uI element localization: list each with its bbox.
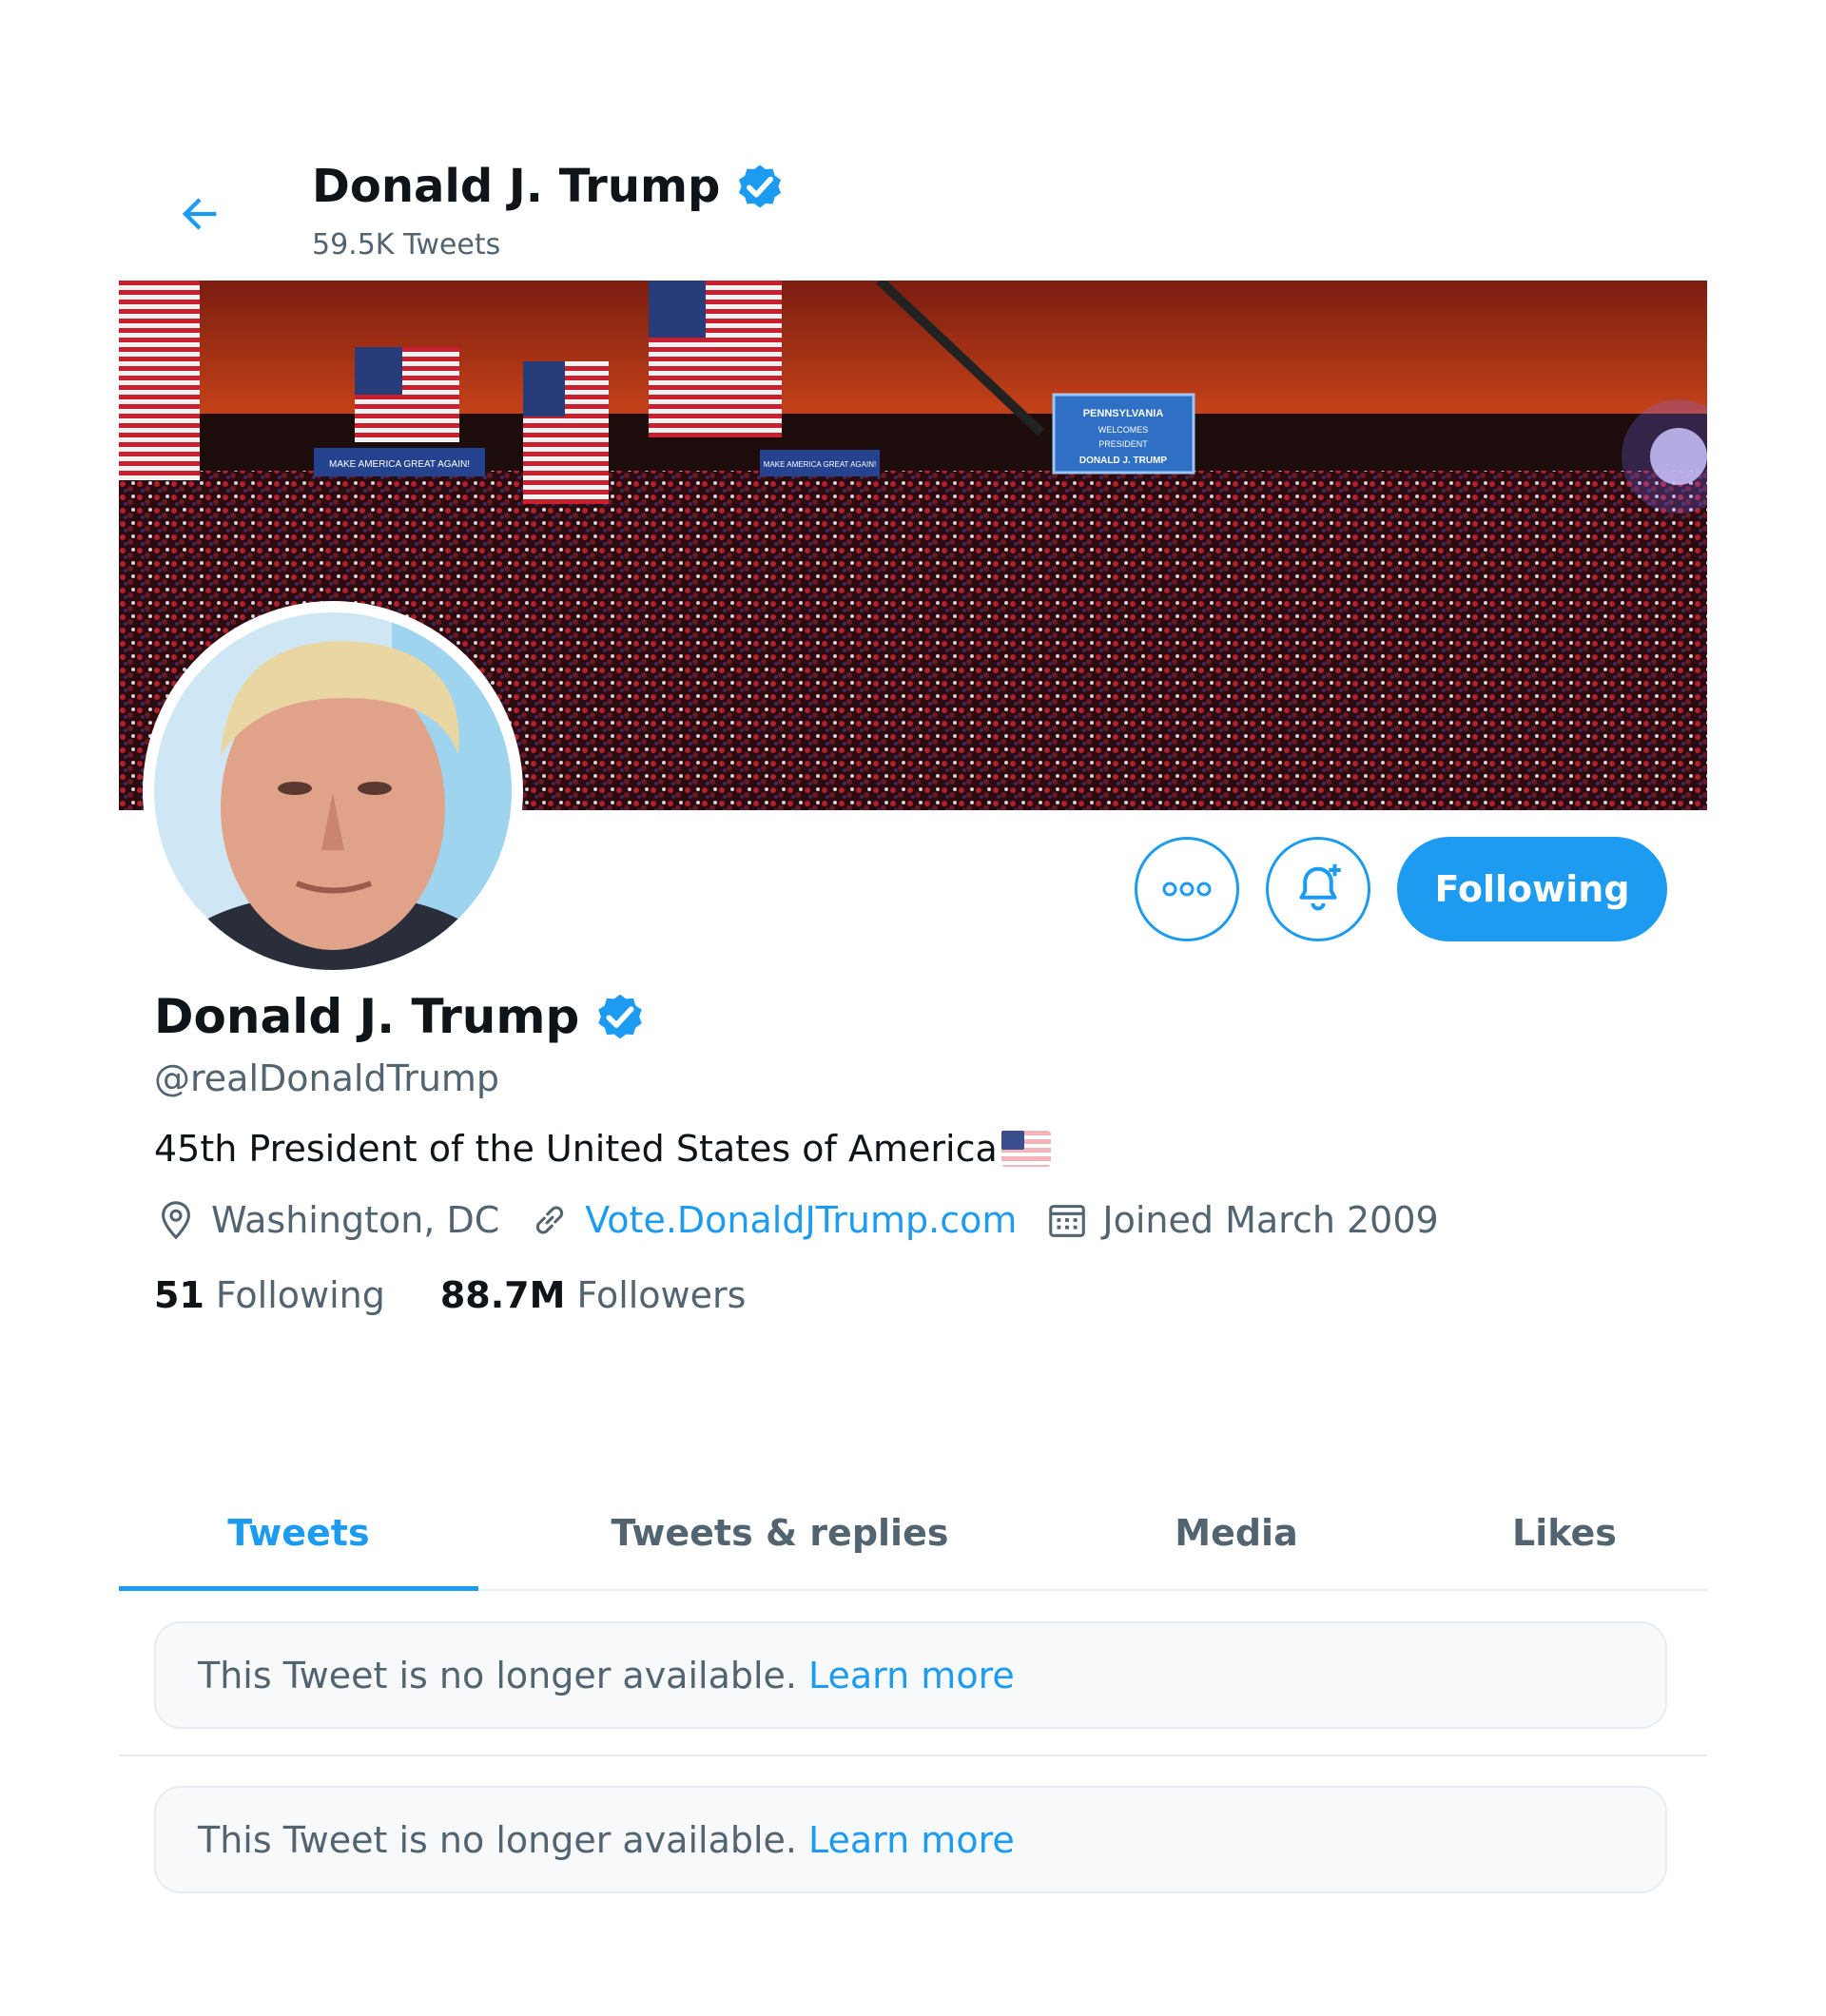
svg-text:DONALD J. TRUMP: DONALD J. TRUMP [1079,456,1168,466]
followers-stat[interactable]: 88.7M Followers [440,1274,747,1316]
profile-info: Donald J. Trump @realDonaldTrump 45th Pr… [154,987,1676,1316]
more-icon [1162,882,1212,897]
following-count: 51 [154,1274,204,1316]
joined-text: Joined March 2009 [1102,1199,1439,1241]
following-button[interactable]: Following [1397,837,1667,941]
website-link[interactable]: Vote.DonaldJTrump.com [585,1199,1017,1241]
tab-tweets[interactable]: Tweets [119,1474,478,1591]
profile-location: Washington, DC [154,1198,499,1242]
svg-text:PRESIDENT: PRESIDENT [1098,439,1148,449]
learn-more-link[interactable]: Learn more [808,1655,1015,1696]
following-stat[interactable]: 51 Following [154,1274,385,1316]
followers-count: 88.7M [439,1274,566,1316]
svg-text:MAKE AMERICA GREAT AGAIN!: MAKE AMERICA GREAT AGAIN! [764,460,876,469]
header-tweet-count: 59.5K Tweets [312,228,501,262]
profile-actions: Following [1135,837,1667,941]
profile-name-row: Donald J. Trump [154,987,1676,1046]
tab-tweets-replies[interactable]: Tweets & replies [566,1474,994,1591]
learn-more-link[interactable]: Learn more [808,1819,1015,1861]
profile-stats: 51 Following 88.7M Followers [154,1274,1676,1316]
notice-text: This Tweet is no longer available. [198,1818,798,1861]
back-arrow-icon [182,198,217,230]
followers-label: Followers [576,1274,747,1316]
profile-bio: 45th President of the United States of A… [154,1128,1676,1170]
location-text: Washington, DC [211,1199,500,1241]
profile-header-bar: Donald J. Trump 59.5K Tweets [119,152,1707,276]
location-icon [162,1201,190,1240]
profile-bio-text: 45th President of the United States of A… [154,1128,998,1170]
header-name-row: Donald J. Trump [312,158,788,215]
unavailable-tweet-notice: This Tweet is no longer available. Learn… [154,1786,1667,1893]
notifications-button[interactable] [1266,837,1370,941]
profile-name: Donald J. Trump [154,989,580,1044]
svg-text:PENNSYLVANIA: PENNSYLVANIA [1083,408,1164,419]
calendar-icon [1049,1205,1086,1237]
svg-text:WELCOMES: WELCOMES [1098,425,1149,435]
verified-badge-icon [598,994,643,1039]
notice-text: This Tweet is no longer available. [198,1654,798,1696]
profile-tabs: Tweets Tweets & replies Media Likes [119,1474,1707,1591]
active-tab-indicator [119,1586,478,1591]
avatar[interactable] [143,601,523,981]
profile-joined: Joined March 2009 [1045,1198,1439,1242]
tab-likes[interactable]: Likes [1469,1474,1660,1591]
following-label: Following [215,1274,385,1316]
tweet-divider [119,1754,1707,1756]
verified-badge-icon [739,165,782,208]
unavailable-tweet-notice: This Tweet is no longer available. Learn… [154,1621,1667,1729]
notification-bell-icon [1299,863,1341,911]
avatar-image [154,612,512,970]
header-name: Donald J. Trump [312,160,721,213]
more-button[interactable] [1135,837,1239,941]
profile-meta: Washington, DC Vote.DonaldJTrump.com Joi… [154,1198,1676,1242]
profile-handle: @realDonaldTrump [154,1057,500,1099]
link-icon [536,1206,564,1234]
tab-media[interactable]: Media [1117,1474,1355,1591]
us-flag-icon [1000,1131,1051,1167]
back-button[interactable] [166,181,233,247]
profile-website[interactable]: Vote.DonaldJTrump.com [528,1198,1017,1242]
svg-text:MAKE AMERICA GREAT AGAIN!: MAKE AMERICA GREAT AGAIN! [329,459,470,470]
